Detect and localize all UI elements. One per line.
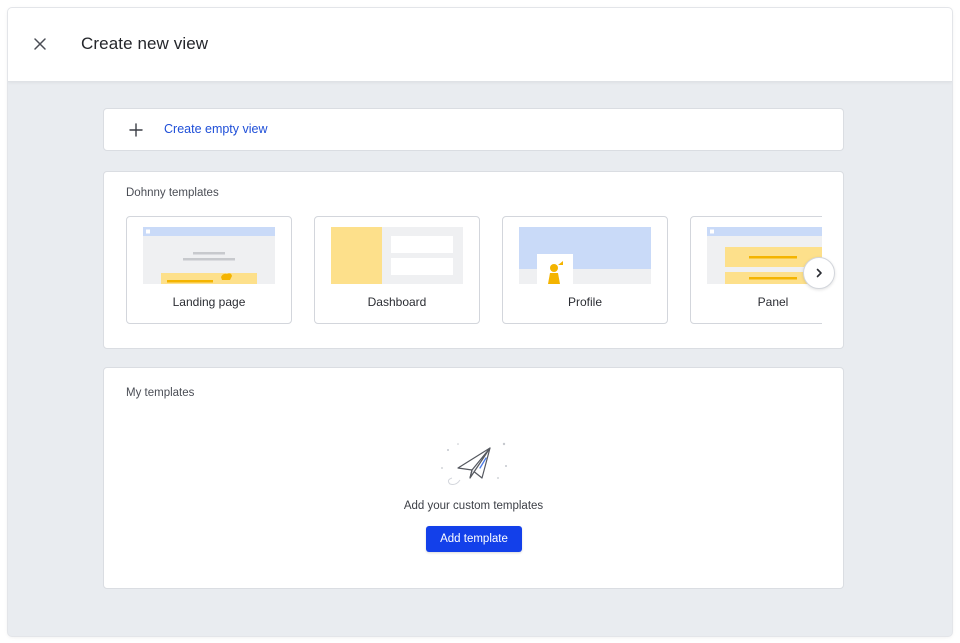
template-card-dashboard[interactable]: Dashboard xyxy=(314,216,480,324)
template-name: Dashboard xyxy=(367,295,427,309)
plus-icon xyxy=(129,123,143,137)
close-icon xyxy=(34,38,46,50)
paper-plane-icon xyxy=(441,442,507,485)
dohnny-templates-section: Dohnny templates Landing page Dashboard … xyxy=(103,171,844,349)
carousel-next-button[interactable] xyxy=(803,257,835,289)
section-title: My templates xyxy=(126,387,195,399)
section-title: Dohnny templates xyxy=(126,187,219,199)
empty-state-text: Add your custom templates xyxy=(403,500,544,512)
empty-state-illustration xyxy=(438,438,510,488)
chevron-right-icon xyxy=(816,268,822,278)
add-template-button[interactable]: Add template xyxy=(426,526,522,552)
create-empty-view-label[interactable]: Create empty view xyxy=(164,122,268,136)
create-empty-view-button[interactable]: Create empty view xyxy=(103,108,844,151)
template-card-profile[interactable]: Profile xyxy=(502,216,668,324)
dialog-header: Create new view xyxy=(8,8,952,82)
create-view-dialog: Create new view Create empty view Dohnny… xyxy=(8,8,952,636)
template-carousel: Landing page Dashboard Profile Panel xyxy=(126,216,822,326)
dashboard-thumbnail xyxy=(331,227,463,284)
my-templates-section: My templates Add your custom templates A… xyxy=(103,367,844,589)
template-name: Profile xyxy=(567,295,602,309)
template-name: Landing page xyxy=(172,295,246,309)
close-button[interactable] xyxy=(28,32,52,56)
template-card-landing-page[interactable]: Landing page xyxy=(126,216,292,324)
template-name: Panel xyxy=(757,295,789,309)
page-title: Create new view xyxy=(81,34,209,53)
landing-page-thumbnail xyxy=(143,227,275,284)
profile-thumbnail xyxy=(519,227,651,284)
